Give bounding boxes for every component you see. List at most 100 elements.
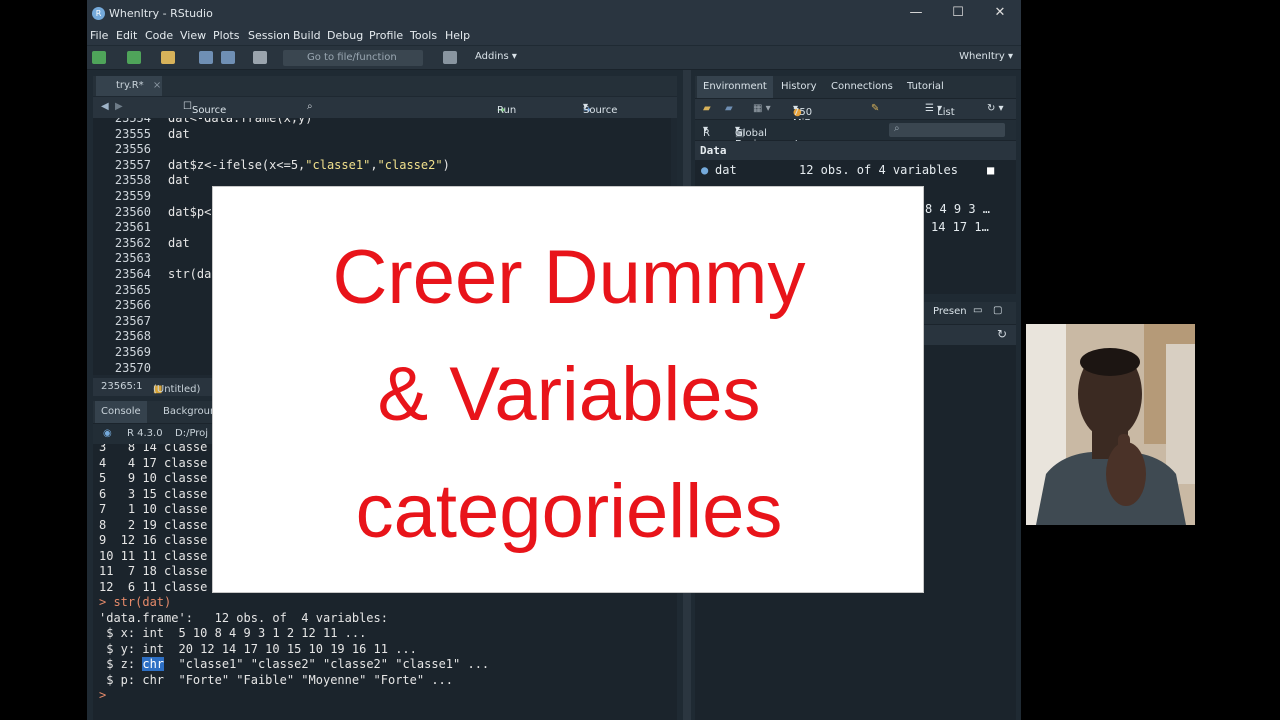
console-line: 5 9 10 classe bbox=[99, 471, 208, 485]
menu-file[interactable]: File bbox=[90, 29, 108, 42]
console-line: 'data.frame': 12 obs. of 4 variables: bbox=[99, 610, 388, 625]
menu-code[interactable]: Code bbox=[145, 29, 173, 42]
line-number: 23568 bbox=[114, 329, 151, 344]
overlay-title-line-2: & Variables bbox=[377, 352, 761, 437]
menu-debug[interactable]: Debug bbox=[327, 29, 363, 42]
overlay-title-line-3: categorielles bbox=[355, 469, 783, 554]
tab-console[interactable]: Console bbox=[95, 401, 147, 423]
tab-presentation[interactable]: Presen bbox=[933, 306, 967, 317]
title-bar: R WhenItry - RStudio — ☐ ✕ bbox=[87, 0, 1021, 27]
env-search-input[interactable]: ⌕ bbox=[889, 123, 1005, 137]
forward-arrow-icon[interactable]: ▶ bbox=[115, 101, 123, 112]
view-mode-select[interactable]: ☰ List ▾ bbox=[925, 103, 955, 118]
scope-select[interactable]: ▣ Global Environment ▾ bbox=[735, 124, 799, 150]
tab-try-r[interactable]: try.R* × bbox=[96, 76, 162, 96]
close-button[interactable]: ✕ bbox=[985, 4, 1015, 22]
working-directory[interactable]: D:/Proj bbox=[175, 428, 208, 439]
new-file-icon[interactable] bbox=[92, 51, 106, 64]
source-button[interactable]: ➜ Source ▾ bbox=[583, 101, 617, 116]
language-select[interactable]: R ▾ bbox=[703, 124, 710, 139]
back-arrow-icon[interactable]: ◀ bbox=[101, 101, 109, 112]
maximize-button[interactable]: ☐ bbox=[943, 4, 973, 22]
save-workspace-icon[interactable]: ▰ bbox=[725, 103, 733, 114]
line-number: 23554 bbox=[114, 118, 151, 125]
code-line: 23557 dat$z<-ifelse(x<=5,"classe1","class… bbox=[93, 158, 671, 174]
line-number: 23570 bbox=[114, 360, 151, 375]
menu-tools[interactable]: Tools bbox=[410, 29, 437, 42]
env-scope-bar: R ▾ ▣ Global Environment ▾ ⌕ bbox=[695, 120, 1016, 150]
line-number: 23565 bbox=[114, 282, 151, 297]
menu-profile[interactable]: Profile bbox=[369, 29, 403, 42]
tab-connections[interactable]: Connections bbox=[825, 76, 899, 98]
code-text: dat bbox=[168, 173, 190, 188]
source-on-save-checkbox[interactable]: ☐ Source on Save bbox=[183, 101, 226, 138]
console-line: $ y: int 20 12 14 17 10 15 10 19 16 11 .… bbox=[99, 641, 417, 656]
maximize-pane-icon[interactable]: ▢ bbox=[993, 305, 1002, 316]
env-tab-bar: Environment History Connections Tutorial bbox=[695, 76, 1016, 98]
line-number: 23555 bbox=[114, 126, 151, 141]
menu-edit[interactable]: Edit bbox=[116, 29, 137, 42]
console-command: > str(dat) bbox=[99, 595, 172, 609]
minimize-pane-icon[interactable]: ▭ bbox=[973, 305, 982, 316]
object-description: 12 obs. of 4 variables bbox=[799, 163, 958, 177]
minimize-button[interactable]: — bbox=[901, 4, 931, 22]
line-number: 23560 bbox=[114, 204, 151, 219]
console-line-rest: "classe1" "classe2" "classe2" "classe1" … bbox=[164, 657, 490, 671]
grid-layout-icon[interactable] bbox=[443, 51, 457, 64]
menu-build[interactable]: Build bbox=[293, 29, 321, 42]
line-number: 23561 bbox=[114, 220, 151, 235]
menu-plots[interactable]: Plots bbox=[213, 29, 239, 42]
tab-history[interactable]: History bbox=[775, 76, 823, 98]
refresh-viewer-icon[interactable]: ↻ bbox=[997, 327, 1007, 341]
line-number: 23564 bbox=[114, 267, 151, 281]
broom-icon[interactable]: ✎ bbox=[871, 103, 879, 114]
view-table-icon[interactable]: ■ bbox=[987, 161, 994, 180]
search-icon[interactable]: ⌕ bbox=[307, 101, 313, 112]
env-toolbar: ▰ ▰ ▦ ▾ ● 750 MiB ▾ ✎ ☰ List ▾ ↻ ▾ bbox=[695, 99, 1016, 129]
menu-session[interactable]: Session bbox=[248, 29, 290, 42]
code-text: dat$z<-ifelse(x<=5,"classe1","classe2") bbox=[168, 157, 450, 172]
selected-text[interactable]: chr bbox=[142, 657, 165, 671]
object-name: dat bbox=[715, 163, 737, 177]
print-icon[interactable] bbox=[253, 51, 267, 64]
import-dataset-icon[interactable]: ▦ ▾ bbox=[753, 103, 771, 114]
new-project-icon[interactable] bbox=[127, 51, 141, 64]
object-peek-y: 14 17 1… bbox=[931, 220, 989, 234]
code-line: 23556 bbox=[93, 142, 671, 158]
code-text: dat<-data.frame(x,y) bbox=[168, 118, 313, 125]
tab-environment[interactable]: Environment bbox=[697, 76, 773, 98]
console-line: $ p: chr "Forte" "Faible" "Moyenne" "For… bbox=[99, 672, 454, 687]
tab-tutorial[interactable]: Tutorial bbox=[901, 76, 950, 98]
line-number: 23567 bbox=[114, 313, 151, 328]
addins-menu[interactable]: Addins ▾ bbox=[475, 51, 517, 62]
refresh-icon[interactable]: ↻ ▾ bbox=[987, 103, 1004, 114]
search-icon: ⌕ bbox=[894, 123, 900, 134]
overlay-title-line-1: Creer Dummy bbox=[332, 235, 806, 320]
menu-bar: File Edit Code View Plots Session Build … bbox=[87, 27, 1021, 45]
save-icon[interactable] bbox=[199, 51, 213, 64]
env-object-row[interactable]: ● dat 12 obs. of 4 variables ■ bbox=[695, 161, 1016, 180]
close-tab-icon[interactable]: × bbox=[153, 80, 161, 91]
line-number: 23556 bbox=[114, 142, 151, 157]
console-input[interactable]: > bbox=[99, 688, 106, 704]
console-line: 12 6 11 classe bbox=[99, 579, 208, 594]
memory-usage[interactable]: ● 750 MiB ▾ bbox=[793, 103, 812, 129]
save-all-icon[interactable] bbox=[221, 51, 235, 64]
main-toolbar: Go to file/function Addins ▾ WhenItry ▾ bbox=[87, 46, 1021, 70]
console-line: 3 8 14 classe bbox=[99, 444, 208, 454]
console-line: $ x: int 5 10 8 4 9 3 1 2 12 11 ... bbox=[99, 626, 367, 640]
open-file-icon[interactable] bbox=[161, 51, 175, 64]
project-menu[interactable]: WhenItry ▾ bbox=[959, 51, 1013, 62]
source-toolbar: ◀ ▶ ☐ Source on Save ⌕ ➜ Run ➜ Source ▾ bbox=[93, 97, 677, 138]
console-line: 10 11 11 classe bbox=[99, 548, 208, 563]
line-number: 23559 bbox=[114, 189, 151, 203]
cursor-position: 23565:1 bbox=[101, 381, 143, 392]
load-workspace-icon[interactable]: ▰ bbox=[703, 103, 711, 114]
console-line: 4 4 17 classe bbox=[99, 455, 208, 470]
console-line: 6 3 15 classe bbox=[99, 486, 208, 501]
menu-view[interactable]: View bbox=[180, 29, 206, 42]
menu-help[interactable]: Help bbox=[445, 29, 470, 42]
console-line: 11 7 18 classe bbox=[99, 564, 208, 578]
goto-file-input[interactable]: Go to file/function bbox=[283, 50, 423, 66]
expand-icon[interactable]: ● bbox=[701, 161, 708, 180]
